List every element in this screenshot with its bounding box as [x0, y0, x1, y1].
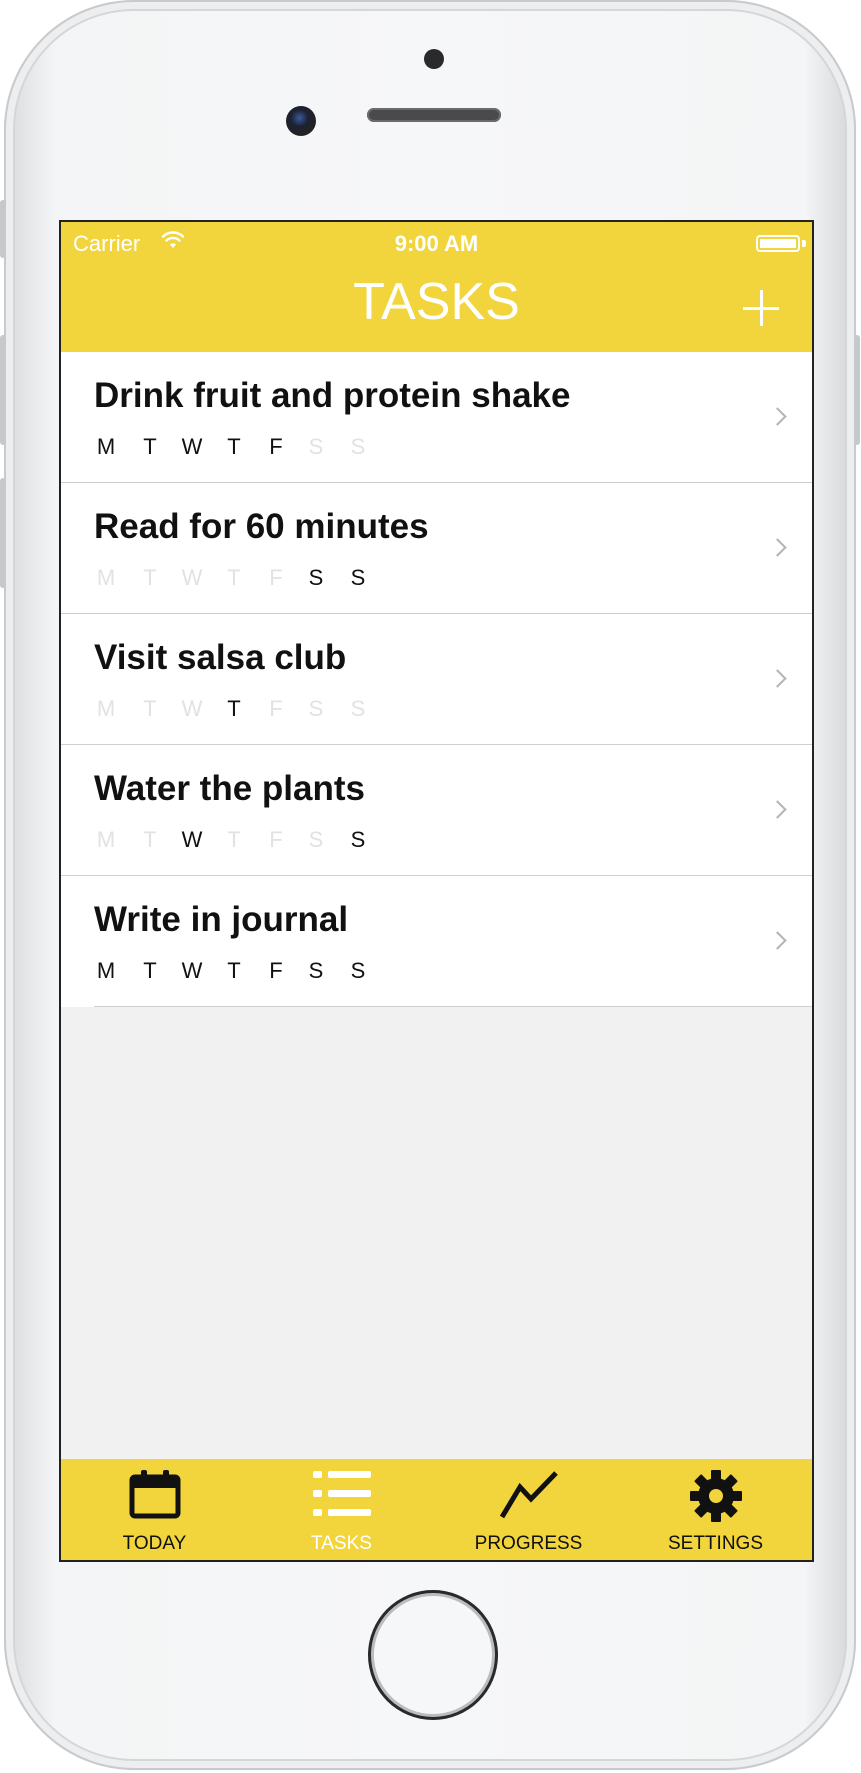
tab-label-settings: SETTINGS: [667, 1533, 763, 1554]
add-task-button[interactable]: [741, 288, 781, 328]
day-indicator: M: [96, 434, 116, 459]
day-indicator: W: [181, 958, 203, 983]
tab-label-today: TODAY: [122, 1533, 187, 1554]
list-icon: [312, 1469, 372, 1524]
tab-settings[interactable]: SETTINGS: [622, 1459, 809, 1560]
task-row[interactable]: Drink fruit and protein shake M T W T F S S: [61, 352, 812, 483]
chevron-right-icon: [768, 669, 787, 688]
battery-nub: [802, 240, 806, 247]
task-title: Drink fruit and protein shake: [94, 376, 571, 415]
status-bar: Carrier 9:00 AM: [61, 222, 812, 262]
day-indicator: S: [350, 696, 366, 721]
status-time: 9:00 AM: [394, 231, 479, 256]
day-indicator: S: [350, 434, 366, 459]
day-indicator: T: [143, 958, 157, 983]
battery-icon: [756, 235, 800, 252]
tab-tasks[interactable]: TASKS: [248, 1459, 435, 1560]
day-indicator: F: [269, 434, 283, 459]
day-indicator: M: [96, 827, 116, 852]
phone-frame: Carrier 9:00 AM TASKS Drink fruit and pr…: [0, 0, 860, 1770]
navigation-bar: Carrier 9:00 AM TASKS: [61, 222, 812, 352]
chevron-right-icon: [768, 800, 787, 819]
chevron-right-icon: [768, 407, 787, 426]
day-indicator: W: [181, 565, 203, 590]
task-row[interactable]: Water the plants M T W T F S S: [61, 745, 812, 876]
page-title: TASKS: [353, 273, 520, 331]
sensor-dot: [424, 49, 444, 69]
tab-label-tasks: TASKS: [311, 1533, 372, 1554]
screen: Carrier 9:00 AM TASKS Drink fruit and pr…: [59, 220, 814, 1562]
tab-today[interactable]: TODAY: [61, 1459, 248, 1560]
chevron-right-icon: [768, 538, 787, 557]
task-title: Read for 60 minutes: [94, 507, 429, 546]
day-indicator: T: [143, 696, 157, 721]
day-indicator: S: [350, 958, 366, 983]
task-title: Visit salsa club: [94, 638, 347, 677]
day-indicator: F: [269, 565, 283, 590]
day-indicator: F: [269, 696, 283, 721]
day-indicator: S: [308, 565, 324, 590]
day-indicator: F: [269, 827, 283, 852]
task-title: Write in journal: [94, 900, 349, 939]
day-indicator: T: [227, 958, 241, 983]
tab-bar: TODAY TASKS PROGRESS SETTINGS: [61, 1459, 812, 1560]
power-button: [854, 335, 860, 445]
day-indicator: T: [143, 565, 157, 590]
calendar-icon: [129, 1469, 181, 1524]
day-indicator: M: [96, 565, 116, 590]
task-row[interactable]: Visit salsa club M T W T F S S: [61, 614, 812, 745]
chevron-right-icon: [768, 931, 787, 950]
day-indicator: S: [308, 958, 324, 983]
task-list: Drink fruit and protein shake M T W T F S S Read…: [61, 352, 812, 1007]
day-indicator: W: [181, 434, 203, 459]
trend-line-icon: [498, 1469, 560, 1526]
tab-progress[interactable]: PROGRESS: [435, 1459, 622, 1560]
day-indicator: S: [308, 434, 324, 459]
volume-up-button: [0, 335, 6, 445]
volume-down-button: [0, 478, 6, 588]
day-indicator: T: [227, 827, 241, 852]
mute-switch: [0, 200, 6, 258]
day-indicator: T: [227, 434, 241, 459]
day-indicator: W: [181, 827, 203, 852]
day-indicator: T: [227, 565, 241, 590]
day-indicator: T: [143, 827, 157, 852]
task-row[interactable]: Read for 60 minutes M T W T F S S: [61, 483, 812, 614]
day-indicator: M: [96, 696, 116, 721]
day-indicator: T: [143, 434, 157, 459]
gear-icon: [689, 1469, 743, 1528]
home-button[interactable]: [368, 1590, 498, 1720]
day-indicator: S: [350, 565, 366, 590]
task-title: Water the plants: [94, 769, 365, 808]
day-indicator: S: [308, 696, 324, 721]
task-row[interactable]: Write in journal M T W T F S S: [61, 876, 812, 1007]
front-camera: [286, 106, 316, 136]
day-indicator: T: [227, 696, 241, 721]
day-indicator: S: [308, 827, 324, 852]
day-indicator: W: [181, 696, 203, 721]
day-indicator: F: [269, 958, 283, 983]
tab-label-progress: PROGRESS: [474, 1533, 583, 1554]
earpiece-speaker: [367, 108, 501, 122]
day-indicator: M: [96, 958, 116, 983]
day-indicator: S: [350, 827, 366, 852]
